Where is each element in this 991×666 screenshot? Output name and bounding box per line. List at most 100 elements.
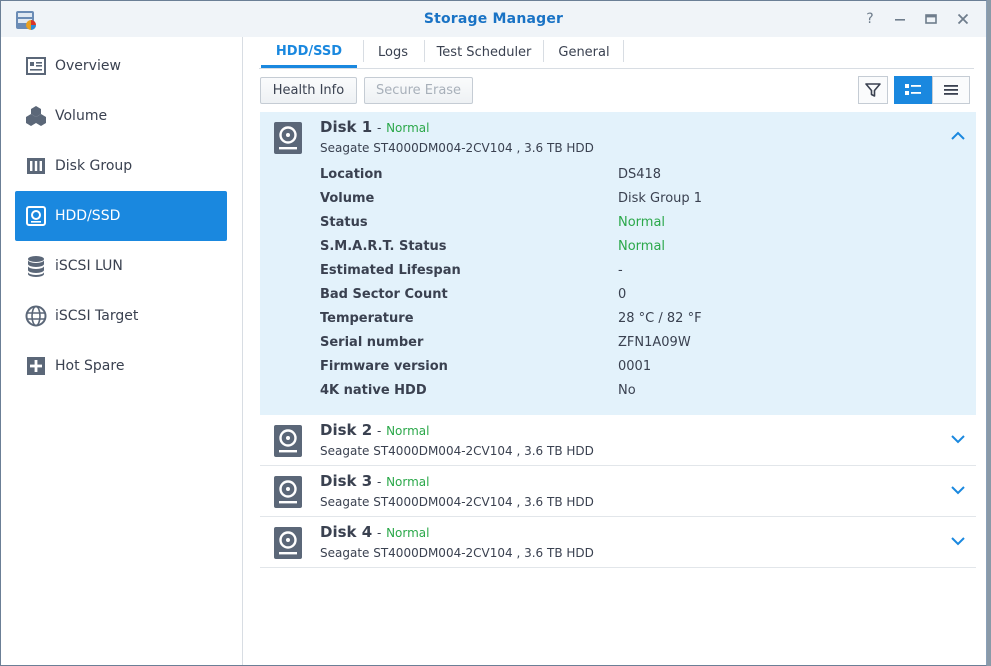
detail-row-estimated-lifespan: Estimated Lifespan - — [320, 263, 960, 287]
disk-item[interactable]: Disk 3 - Normal Seagate ST4000DM004-2CV1… — [260, 466, 976, 517]
overview-icon — [25, 55, 47, 77]
sidebar-item-label: iSCSI LUN — [55, 258, 123, 274]
hard-disk-icon — [274, 527, 302, 559]
chevron-down-icon[interactable] — [950, 533, 966, 549]
detail-row-4k-native-hdd: 4K native HDD No — [320, 383, 960, 407]
detail-label: S.M.A.R.T. Status — [320, 239, 447, 254]
tab-general[interactable]: General — [545, 37, 623, 68]
detail-value: DS418 — [618, 167, 662, 182]
close-icon — [957, 13, 969, 25]
sidebar-item-label: Hot Spare — [55, 358, 125, 374]
desktop-background — [987, 0, 991, 666]
sidebar-item-hdd-ssd[interactable]: HDD/SSD — [15, 191, 227, 241]
chevron-down-icon[interactable] — [950, 431, 966, 447]
disk-title: Disk 2 - Normal — [320, 421, 430, 439]
volume-icon — [25, 105, 47, 127]
tab-divider — [363, 40, 364, 62]
disk-model: Seagate ST4000DM004-2CV104 , 3.6 TB HDD — [320, 546, 594, 560]
maximize-button[interactable] — [920, 9, 942, 29]
iscsi-lun-icon — [25, 255, 47, 277]
sidebar-item-label: HDD/SSD — [55, 208, 121, 224]
detail-row-firmware-version: Firmware version 0001 — [320, 359, 960, 383]
detail-label: Volume — [320, 191, 375, 206]
close-button[interactable] — [952, 9, 974, 29]
chevron-down-icon[interactable] — [950, 482, 966, 498]
sidebar-item-volume[interactable]: Volume — [15, 91, 227, 141]
sidebar-item-overview[interactable]: Overview — [15, 41, 227, 91]
disk-name: Disk 4 — [320, 523, 373, 541]
storage-manager-window: Storage Manager ? Overview Volume Disk G… — [0, 0, 987, 666]
detail-value: 28 °C / 82 °F — [618, 311, 702, 326]
tab-divider — [623, 40, 624, 62]
filter-button[interactable] — [858, 76, 888, 104]
disk-item[interactable]: Disk 4 - Normal Seagate ST4000DM004-2CV1… — [260, 517, 976, 568]
detail-value: Normal — [618, 239, 666, 254]
health-info-button[interactable]: Health Info — [260, 77, 357, 104]
detail-row-smart-status: S.M.A.R.T. Status Normal — [320, 239, 960, 263]
detail-row-serial-number: Serial number ZFN1A09W — [320, 335, 960, 359]
tab-logs[interactable]: Logs — [365, 37, 421, 68]
disk-item[interactable]: Disk 2 - Normal Seagate ST4000DM004-2CV1… — [260, 415, 976, 466]
detail-value: Normal — [618, 215, 666, 230]
sidebar-item-label: iSCSI Target — [55, 308, 139, 324]
minimize-icon — [895, 19, 905, 21]
detail-label: Serial number — [320, 335, 424, 350]
help-button[interactable]: ? — [859, 9, 881, 29]
title-bar[interactable]: Storage Manager ? — [1, 1, 986, 37]
disk-name: Disk 1 — [320, 118, 373, 136]
secure-erase-button[interactable]: Secure Erase — [364, 77, 473, 104]
list-icon — [944, 85, 958, 95]
sidebar-item-disk-group[interactable]: Disk Group — [15, 141, 227, 191]
sidebar: Overview Volume Disk Group HDD/SSD iSCSI… — [1, 37, 243, 665]
detail-value: - — [618, 263, 623, 278]
chevron-up-icon[interactable] — [950, 128, 966, 144]
disk-group-icon — [25, 155, 47, 177]
disk-status: Normal — [386, 475, 430, 489]
sidebar-item-label: Overview — [55, 58, 121, 74]
detail-label: Location — [320, 167, 383, 182]
disk-name: Disk 2 — [320, 421, 373, 439]
sidebar-item-label: Volume — [55, 108, 108, 124]
tab-bar: HDD/SSD Logs Test Scheduler General — [259, 37, 974, 69]
detail-label: Firmware version — [320, 359, 448, 374]
detail-label: Estimated Lifespan — [320, 263, 461, 278]
detail-label: 4K native HDD — [320, 383, 427, 398]
detail-row-volume: Volume Disk Group 1 — [320, 191, 960, 215]
help-icon: ? — [866, 11, 874, 27]
detail-row-temperature: Temperature 28 °C / 82 °F — [320, 311, 960, 335]
disk-title: Disk 3 - Normal — [320, 472, 430, 490]
hot-spare-icon — [25, 355, 47, 377]
disk-list: Disk 1 - Normal Seagate ST4000DM004-2CV1… — [260, 112, 976, 568]
disk-model: Seagate ST4000DM004-2CV104 , 3.6 TB HDD — [320, 141, 594, 155]
minimize-button[interactable] — [889, 9, 911, 29]
disk-status: Normal — [386, 424, 430, 438]
hard-disk-icon — [274, 122, 302, 154]
sidebar-item-iscsi-lun[interactable]: iSCSI LUN — [15, 241, 227, 291]
detail-value: 0 — [618, 287, 627, 302]
detail-value: ZFN1A09W — [618, 335, 691, 350]
hard-disk-icon — [274, 476, 302, 508]
detail-label: Bad Sector Count — [320, 287, 448, 302]
detail-value: No — [618, 383, 636, 398]
detail-row-location: Location DS418 — [320, 167, 960, 191]
disk-title: Disk 4 - Normal — [320, 523, 430, 541]
tab-test-scheduler[interactable]: Test Scheduler — [426, 37, 542, 68]
filter-icon — [865, 83, 881, 97]
disk-model: Seagate ST4000DM004-2CV104 , 3.6 TB HDD — [320, 444, 594, 458]
iscsi-target-icon — [25, 305, 47, 327]
detail-view-button[interactable] — [894, 76, 932, 104]
tab-hdd-ssd[interactable]: HDD/SSD — [261, 37, 357, 68]
disk-status: Normal — [386, 526, 430, 540]
disk-name: Disk 3 — [320, 472, 373, 490]
list-view-button[interactable] — [932, 76, 970, 104]
detail-row-bad-sector-count: Bad Sector Count 0 — [320, 287, 960, 311]
tab-divider — [543, 40, 544, 62]
detail-value: 0001 — [618, 359, 652, 374]
sidebar-item-iscsi-target[interactable]: iSCSI Target — [15, 291, 227, 341]
window-title: Storage Manager — [423, 11, 564, 27]
tab-divider — [424, 40, 425, 62]
sidebar-item-label: Disk Group — [55, 158, 133, 174]
disk-item[interactable]: Disk 1 - Normal Seagate ST4000DM004-2CV1… — [260, 112, 976, 415]
sidebar-item-hot-spare[interactable]: Hot Spare — [15, 341, 227, 391]
disk-title: Disk 1 - Normal — [320, 118, 430, 136]
